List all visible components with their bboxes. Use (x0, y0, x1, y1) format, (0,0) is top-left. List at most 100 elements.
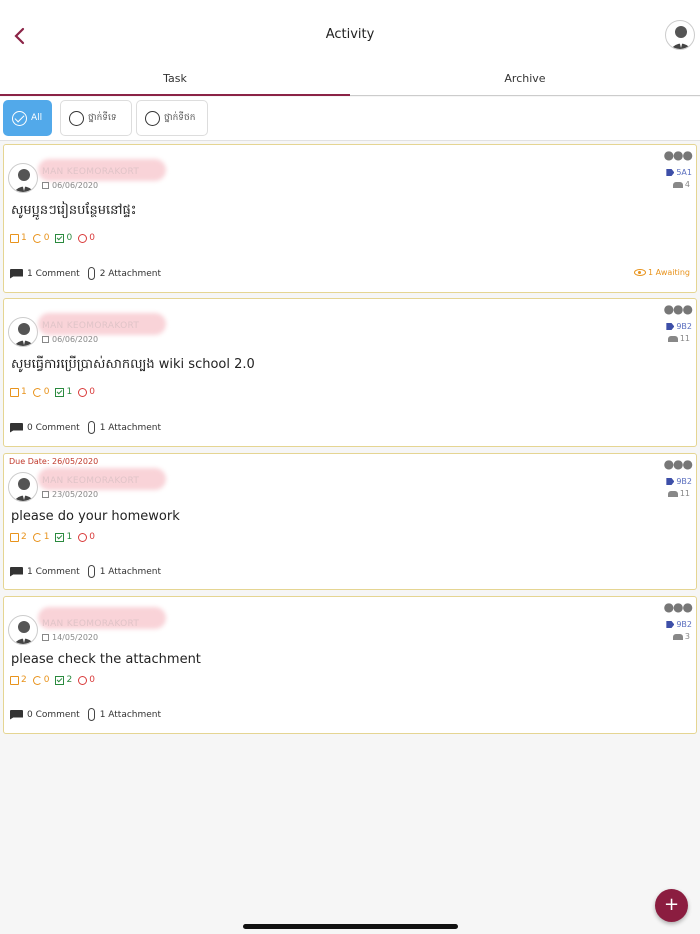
check-circle-icon (12, 110, 27, 126)
group-icon (672, 633, 683, 640)
filter-class-2-label: ថ្នាក់ទីថក (164, 112, 196, 123)
task-stats: 1 0 1 0 (10, 387, 95, 397)
checked-count: 0 (55, 233, 72, 243)
task-card[interactable]: MAN KEOMORAKORT 06/06/2020 ●●● 5A1 4 សូម… (3, 144, 697, 293)
filter-class-1-label: ថ្នាក់ទីទេ (88, 112, 117, 123)
comment-icon (10, 268, 23, 279)
user-avatar[interactable] (665, 20, 695, 50)
attachment-count[interactable]: 1 Attachment (100, 710, 161, 720)
doc-count: 1 (10, 233, 27, 243)
checked-count: 1 (55, 387, 72, 397)
filter-class-2-chip[interactable]: ថ្នាក់ទីថក (136, 100, 208, 136)
class-tag[interactable]: 5A1 (666, 168, 692, 177)
document-icon (10, 233, 19, 243)
post-date: 06/06/2020 (42, 181, 98, 190)
attachment-count[interactable]: 1 Attachment (100, 423, 161, 433)
author-avatar (8, 615, 38, 645)
task-text: please do your homework (11, 509, 180, 524)
doc-count: 2 (10, 532, 27, 542)
comment-count[interactable]: 1 Comment (27, 269, 80, 279)
task-card[interactable]: Due Date: 26/05/2020 MAN KEOMORAKORT 23/… (3, 453, 697, 590)
person-icon (670, 26, 692, 49)
post-date: 14/05/2020 (42, 633, 98, 642)
refresh-count: 0 (32, 675, 49, 685)
paperclip-icon (87, 708, 95, 721)
author-name: MAN KEOMORAKORT (42, 321, 140, 331)
rejected-count: 0 (78, 387, 95, 397)
cancel-circle-icon (78, 233, 88, 243)
member-count: 11 (667, 334, 690, 343)
refresh-count: 1 (32, 532, 49, 542)
person-icon (13, 323, 35, 346)
comment-count[interactable]: 1 Comment (27, 567, 80, 577)
awaiting-status[interactable]: 1 Awaiting (634, 268, 690, 277)
author-avatar (8, 472, 38, 502)
document-icon (10, 387, 19, 397)
task-stats: 1 0 0 0 (10, 233, 95, 243)
task-text: សូមប្អូនៗរៀនបន្ថែមនៅផ្ទះ (11, 203, 137, 218)
card-footer: 1 Comment 2 Attachment (10, 267, 161, 280)
activity-screen: Activity Task Archive All ថ្នាក់ទីទេ ថ្ន… (0, 0, 700, 934)
member-count: 3 (672, 632, 690, 641)
cancel-circle-icon (78, 532, 88, 542)
comment-icon (10, 709, 23, 720)
more-options-icon[interactable]: ●●● (664, 302, 693, 316)
tab-bar: Task Archive (0, 66, 700, 96)
page-title: Activity (325, 27, 375, 42)
paperclip-icon (87, 267, 95, 280)
calendar-icon (42, 336, 49, 343)
refresh-icon (32, 387, 42, 397)
attachment-count[interactable]: 1 Attachment (100, 567, 161, 577)
refresh-icon (32, 532, 42, 542)
card-footer: 0 Comment 1 Attachment (10, 708, 161, 721)
group-icon (672, 181, 683, 188)
filter-class-1-chip[interactable]: ថ្នាក់ទីទេ (60, 100, 132, 136)
more-options-icon[interactable]: ●●● (664, 148, 693, 162)
task-card[interactable]: MAN KEOMORAKORT 14/05/2020 ●●● 9B2 3 ple… (3, 596, 697, 734)
filter-all-label: All (31, 113, 43, 123)
attachment-count[interactable]: 2 Attachment (100, 269, 161, 279)
tag-icon (666, 478, 675, 485)
refresh-icon (32, 675, 42, 685)
checkbox-icon (55, 675, 65, 685)
filter-bar: All ថ្នាក់ទីទេ ថ្នាក់ទីថក (0, 97, 700, 141)
more-options-icon[interactable]: ●●● (664, 457, 693, 471)
comment-count[interactable]: 0 Comment (27, 710, 80, 720)
refresh-count: 0 (32, 387, 49, 397)
checkbox-icon (55, 387, 65, 397)
group-icon (667, 490, 678, 497)
checked-count: 2 (55, 675, 72, 685)
tag-icon (666, 621, 675, 628)
task-stats: 2 1 1 0 (10, 532, 95, 542)
post-date: 06/06/2020 (42, 335, 98, 344)
class-tag[interactable]: 9B2 (666, 322, 692, 331)
home-indicator (243, 924, 458, 929)
class-tag[interactable]: 9B2 (666, 620, 692, 629)
paperclip-icon (87, 565, 95, 578)
rejected-count: 0 (78, 233, 95, 243)
person-icon (13, 169, 35, 192)
calendar-icon (42, 634, 49, 641)
comment-count[interactable]: 0 Comment (27, 423, 80, 433)
more-options-icon[interactable]: ●●● (664, 600, 693, 614)
comment-icon (10, 422, 23, 433)
rejected-count: 0 (78, 532, 95, 542)
tab-archive[interactable]: Archive (350, 66, 700, 95)
person-icon (13, 621, 35, 644)
tab-task[interactable]: Task (0, 66, 350, 96)
tag-icon (666, 323, 675, 330)
author-name: MAN KEOMORAKORT (42, 619, 140, 629)
checkbox-icon (55, 233, 65, 243)
task-card[interactable]: MAN KEOMORAKORT 06/06/2020 ●●● 9B2 11 សូ… (3, 298, 697, 447)
author-avatar (8, 163, 38, 193)
class-tag[interactable]: 9B2 (666, 477, 692, 486)
radio-circle-icon (145, 110, 160, 126)
document-icon (10, 675, 19, 685)
tag-icon (666, 169, 675, 176)
add-task-button[interactable]: + (655, 889, 688, 922)
filter-all-chip[interactable]: All (3, 100, 52, 136)
member-count: 11 (667, 489, 690, 498)
member-count: 4 (672, 180, 690, 189)
doc-count: 1 (10, 387, 27, 397)
author-name: MAN KEOMORAKORT (42, 167, 140, 177)
